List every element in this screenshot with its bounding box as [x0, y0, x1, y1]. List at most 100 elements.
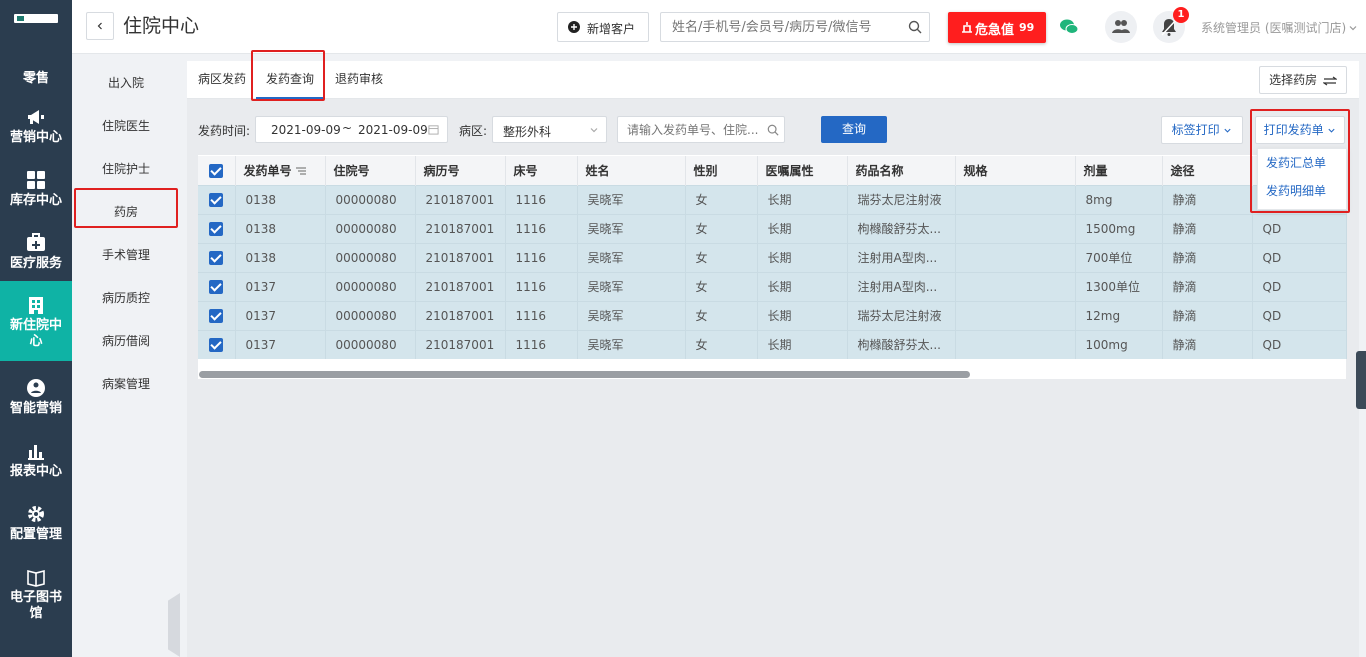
- col-header: 医嘱属性: [757, 156, 848, 185]
- select-all-checkbox[interactable]: [198, 156, 236, 185]
- table-cell: 1116: [505, 213, 578, 243]
- megaphone-icon: [28, 110, 44, 124]
- collapse-handle[interactable]: [168, 593, 180, 657]
- search-icon[interactable]: [908, 20, 922, 34]
- nav-item-library[interactable]: 电子图书馆: [0, 567, 72, 622]
- table-cell: 00000080: [325, 300, 416, 330]
- subnav-item-nurse[interactable]: 住院护士: [72, 160, 180, 177]
- logo: [14, 14, 58, 23]
- new-customer-button[interactable]: 新增客户: [557, 12, 649, 42]
- horizontal-scrollbar[interactable]: [199, 371, 970, 378]
- table-row[interactable]: 0137 00000080 210187001 1116 吴晓军女长期 注射用A型肉...…: [198, 271, 1347, 301]
- table-cell: 0138: [235, 213, 326, 243]
- col-header[interactable]: 发药单号: [235, 156, 326, 185]
- dispense-table: 发药单号 住院号 病历号 床号 姓名 性别 医嘱属性 药品名称 规格 剂量 途径…: [198, 156, 1347, 359]
- nav-item-inventory[interactable]: 库存中心: [0, 170, 72, 209]
- table-cell: 吴晓军: [577, 184, 686, 214]
- subnav-item-doctor[interactable]: 住院医生: [72, 117, 180, 134]
- nav-item-label: 电子图书馆: [9, 590, 62, 621]
- subnav-item-admission[interactable]: 出入院: [72, 74, 180, 91]
- print-dispense-button[interactable]: 打印发药单: [1255, 116, 1345, 144]
- ward-value: 整形外科: [503, 125, 552, 139]
- table-cell: 210187001: [415, 300, 506, 330]
- nav-item-smart-marketing[interactable]: 智能营销: [0, 378, 72, 417]
- table-cell: 长期: [757, 300, 848, 330]
- subnav-item-surgery[interactable]: 手术管理: [72, 246, 180, 263]
- col-header: 病历号: [415, 156, 506, 185]
- row-checkbox[interactable]: [198, 184, 236, 214]
- label-print-button[interactable]: 标签打印: [1161, 116, 1243, 144]
- row-checkbox[interactable]: [198, 300, 236, 330]
- table-cell: 00000080: [325, 213, 416, 243]
- tab-dispense-query[interactable]: 发药查询: [256, 61, 325, 99]
- nav-item-retail[interactable]: 零售: [0, 71, 72, 87]
- table-cell: 静滴: [1162, 271, 1253, 301]
- chevron-down-icon[interactable]: [1348, 23, 1358, 33]
- wechat-icon[interactable]: [1059, 17, 1079, 37]
- col-header: 药品名称: [847, 156, 956, 185]
- col-header: 途径: [1162, 156, 1253, 185]
- table-cell: 静滴: [1162, 213, 1253, 243]
- row-checkbox[interactable]: [198, 242, 236, 272]
- nav-item-label: 报表中心: [9, 464, 62, 479]
- table-cell: 吴晓军: [577, 242, 686, 272]
- dropdown-item-detail[interactable]: 发药明细单: [1258, 177, 1346, 205]
- table-cell: 女: [685, 213, 758, 243]
- critical-value-button[interactable]: 危急值 99: [948, 12, 1046, 43]
- book-icon: [27, 569, 45, 587]
- back-button[interactable]: [86, 12, 114, 40]
- table-row[interactable]: 0138 00000080 210187001 1116 吴晓军女长期 瑞芬太尼注射液 8m…: [198, 184, 1347, 214]
- user-name[interactable]: 系统管理员 (医嘱测试门店): [1201, 19, 1346, 36]
- subnav-item-record-qc[interactable]: 病历质控: [72, 289, 180, 306]
- tab-bar: 病区发药 发药查询 退药审核 选择药房: [187, 61, 1359, 99]
- query-button[interactable]: 查询: [821, 116, 887, 143]
- grid-icon: [27, 171, 45, 189]
- row-checkbox[interactable]: [198, 271, 236, 301]
- team-button[interactable]: [1105, 11, 1137, 43]
- checkbox: [209, 163, 223, 178]
- table-cell: 静滴: [1162, 329, 1253, 359]
- nav-item-marketing[interactable]: 营销中心: [0, 107, 72, 146]
- checkbox: [209, 279, 223, 294]
- subnav-item-case-management[interactable]: 病案管理: [72, 375, 180, 392]
- plus-circle-icon: [568, 21, 580, 33]
- select-pharmacy-button[interactable]: 选择药房: [1259, 66, 1347, 94]
- chevron-down-icon: [1224, 128, 1232, 133]
- table-row[interactable]: 0137 00000080 210187001 1116 吴晓军女长期 枸橼酸舒芬太...…: [198, 329, 1347, 359]
- row-checkbox[interactable]: [198, 329, 236, 359]
- table-cell: 00000080: [325, 329, 416, 359]
- table-cell: 00000080: [325, 184, 416, 214]
- col-header: 姓名: [577, 156, 686, 185]
- subnav-item-pharmacy[interactable]: 药房: [72, 203, 180, 220]
- table-row[interactable]: 0138 00000080 210187001 1116 吴晓军女长期 注射用A型肉...…: [198, 242, 1347, 272]
- dispense-search-input[interactable]: [619, 118, 759, 141]
- nav-item-config[interactable]: 配置管理: [0, 504, 72, 543]
- col-header: 性别: [685, 156, 758, 185]
- col-header: 住院号: [325, 156, 416, 185]
- hospital-icon: [29, 297, 43, 314]
- search-icon[interactable]: [767, 124, 779, 136]
- side-widget[interactable]: [1356, 351, 1366, 409]
- row-checkbox[interactable]: [198, 213, 236, 243]
- nav-item-inpatient[interactable]: 新住院中心: [0, 281, 72, 361]
- checkbox: [209, 338, 223, 352]
- ward-select[interactable]: 整形外科: [492, 116, 607, 143]
- table-cell: 女: [685, 329, 758, 359]
- nav-item-reports[interactable]: 报表中心: [0, 441, 72, 480]
- notification-button[interactable]: 1: [1153, 7, 1189, 43]
- tab-return-review[interactable]: 退药审核: [335, 61, 383, 99]
- tab-ward-dispense[interactable]: 病区发药: [198, 61, 246, 99]
- table-row[interactable]: 0137 00000080 210187001 1116 吴晓军女长期 瑞芬太尼注射液 12…: [198, 300, 1347, 330]
- table-cell: 100mg: [1075, 329, 1163, 359]
- date-range-picker[interactable]: 2021-09-09 ~ 2021-09-09: [255, 116, 448, 143]
- table-cell: 0138: [235, 184, 326, 214]
- chevron-down-icon: [590, 128, 598, 133]
- global-search-input[interactable]: [662, 14, 900, 40]
- sort-icon[interactable]: [295, 167, 306, 175]
- dropdown-item-summary[interactable]: 发药汇总单: [1258, 149, 1346, 177]
- subnav-item-record-borrow[interactable]: 病历借阅: [72, 332, 180, 349]
- table-cell: 静滴: [1162, 242, 1253, 272]
- table-cell: [955, 329, 1076, 359]
- nav-item-medical[interactable]: 医疗服务: [0, 233, 72, 272]
- table-row[interactable]: 0138 00000080 210187001 1116 吴晓军女长期 枸橼酸舒芬太...…: [198, 213, 1347, 243]
